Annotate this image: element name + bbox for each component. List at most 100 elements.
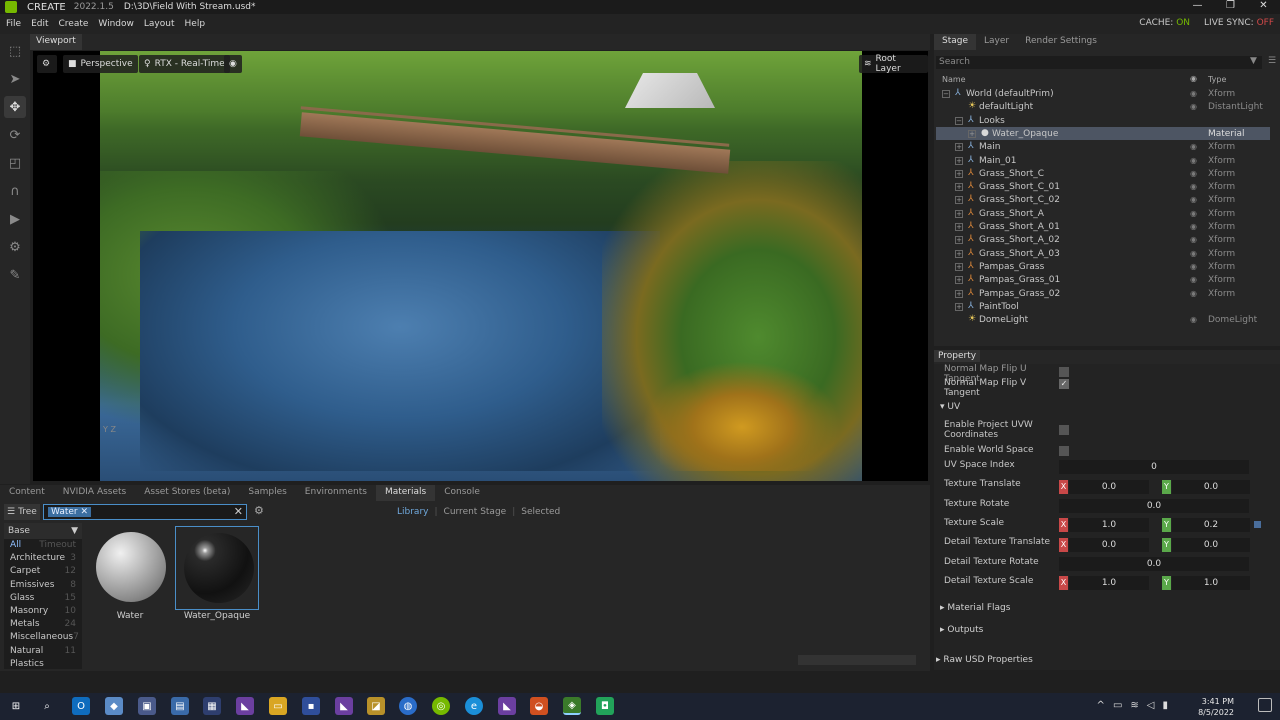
visibility-eye-icon[interactable]: ◉ xyxy=(1190,195,1197,204)
stage-tree-row[interactable]: + ⅄ Grass_Short_A_02 ◉ Xform xyxy=(936,233,1270,246)
visual-studio-icon-2[interactable]: ◣ xyxy=(335,697,353,715)
thumbnail-size-slider[interactable] xyxy=(798,655,916,665)
clear-search-icon[interactable]: ✕ xyxy=(234,505,243,518)
category-item[interactable]: Carpet 12 xyxy=(4,565,82,578)
omniverse-create-icon[interactable]: ◈ xyxy=(563,697,581,715)
enable-world-space-checkbox[interactable] xyxy=(1059,446,1069,456)
battery-icon[interactable]: ▮ xyxy=(1162,700,1168,711)
stage-tree-row[interactable]: + ⅄ Grass_Short_A_03 ◉ Xform xyxy=(936,247,1270,260)
expand-icon[interactable]: + xyxy=(955,236,963,245)
stage-tree-row[interactable]: − ⅄ World (defaultPrim) ◉ Xform xyxy=(936,87,1270,100)
category-header[interactable]: Base ▼ xyxy=(4,523,82,539)
menu-help[interactable]: Help xyxy=(185,19,206,29)
visibility-eye-icon[interactable]: ◉ xyxy=(1190,315,1197,324)
stage-tree-row[interactable]: + ⅄ Grass_Short_C ◉ Xform xyxy=(936,167,1270,180)
app-icon-3[interactable]: ▣ xyxy=(138,697,156,715)
globe-icon[interactable]: ◍ xyxy=(399,697,417,715)
normal-map-flip-v-checkbox[interactable]: ✓ xyxy=(1059,379,1069,389)
app-icon-15[interactable]: ◒ xyxy=(530,697,548,715)
rotate-tool-icon[interactable]: ⟳ xyxy=(4,124,26,146)
texture-translate-x-field[interactable]: 0.0 xyxy=(1069,480,1149,494)
material-thumb-water[interactable] xyxy=(88,526,172,610)
material-flags-section[interactable]: ▸ Material Flags xyxy=(940,603,1010,613)
expand-icon[interactable]: + xyxy=(955,209,963,218)
visibility-eye-icon[interactable]: ◉ xyxy=(1190,289,1197,298)
category-item[interactable]: Miscellaneous 7 xyxy=(4,631,82,644)
layer-dropdown[interactable]: ≋ Root Layer xyxy=(859,54,928,74)
filter-selected[interactable]: Selected xyxy=(521,507,560,517)
tab-viewport[interactable]: Viewport xyxy=(30,34,82,50)
snap-tool-icon[interactable]: ∩ xyxy=(4,180,26,202)
search-icon[interactable]: ⌕ xyxy=(38,697,56,715)
category-item[interactable]: All Timeout xyxy=(4,539,82,552)
visibility-eye-icon[interactable]: ◉ xyxy=(1190,222,1197,231)
raw-usd-properties-section[interactable]: ▸ Raw USD Properties xyxy=(936,655,1033,665)
renderer-dropdown[interactable]: ♀ RTX - Real-Time xyxy=(139,55,230,73)
app-icon-2[interactable]: ◆ xyxy=(105,697,123,715)
menu-edit[interactable]: Edit xyxy=(31,19,48,29)
detail-scale-y-field[interactable]: 1.0 xyxy=(1172,576,1250,590)
live-sync-status[interactable]: LIVE SYNC: OFF xyxy=(1204,18,1274,28)
expand-icon[interactable]: + xyxy=(955,156,963,165)
search-chip[interactable]: Water ✕ xyxy=(48,507,92,517)
expand-icon[interactable]: + xyxy=(955,196,963,205)
taskbar-clock[interactable]: 3:41 PM 8/5/2022 xyxy=(1198,696,1234,718)
app-icon-8[interactable]: ▪ xyxy=(302,697,320,715)
file-explorer-icon[interactable]: ▭ xyxy=(269,697,287,715)
tab-asset-stores[interactable]: Asset Stores (beta) xyxy=(135,485,239,501)
move-tool-icon[interactable]: ✥ xyxy=(4,96,26,118)
stage-tree-row[interactable]: + ⅄ Main ◉ Xform xyxy=(936,140,1270,153)
edge-icon[interactable]: e xyxy=(465,697,483,715)
expand-icon[interactable]: + xyxy=(955,143,963,152)
tab-environments[interactable]: Environments xyxy=(296,485,376,501)
play-icon[interactable]: ▶ xyxy=(4,208,26,230)
volume-icon[interactable]: ◁ xyxy=(1147,700,1155,711)
filter-icon[interactable]: ▼ xyxy=(1250,56,1257,66)
pointer-tool-icon[interactable]: ➤ xyxy=(4,68,26,90)
stage-tree-row[interactable]: + ⅄ Pampas_Grass_02 ◉ Xform xyxy=(936,287,1270,300)
select-tool-icon[interactable]: ⬚ xyxy=(4,40,26,62)
expand-icon[interactable]: + xyxy=(955,183,963,192)
wifi-icon[interactable]: ≋ xyxy=(1130,700,1138,711)
expand-icon[interactable]: + xyxy=(955,169,963,178)
visibility-eye-icon[interactable]: ◉ xyxy=(1190,249,1197,258)
visual-studio-icon-3[interactable]: ◣ xyxy=(498,697,516,715)
stage-options-icon[interactable]: ☰ xyxy=(1268,56,1276,66)
stage-tree-row[interactable]: + ⅄ PaintTool xyxy=(936,300,1270,313)
app-icon-5[interactable]: ▦ xyxy=(203,697,221,715)
stage-tree-row[interactable]: + ● Water_Opaque Material xyxy=(936,126,1270,141)
menu-create[interactable]: Create xyxy=(59,19,89,29)
scale-tool-icon[interactable]: ◰ xyxy=(4,152,26,174)
minimize-button[interactable]: — xyxy=(1181,0,1214,11)
stage-tree-row[interactable]: ☀ DomeLight ◉ DomeLight xyxy=(936,313,1270,326)
material-thumb-water-opaque[interactable] xyxy=(175,526,259,610)
display-icon[interactable]: ▭ xyxy=(1113,700,1122,711)
expand-icon[interactable]: + xyxy=(955,302,963,311)
collapse-icon[interactable]: − xyxy=(942,90,950,98)
expand-icon[interactable]: + xyxy=(955,276,963,285)
detail-translate-y-field[interactable]: 0.0 xyxy=(1172,538,1250,552)
maximize-button[interactable]: ❐ xyxy=(1214,0,1247,11)
start-menu-icon[interactable]: ⊞ xyxy=(7,697,25,715)
visibility-eye-icon[interactable]: ◉ xyxy=(1190,89,1197,98)
outputs-section[interactable]: ▸ Outputs xyxy=(940,625,983,635)
uv-space-index-field[interactable]: 0 xyxy=(1059,460,1249,474)
uv-section-header[interactable]: ▾ UV xyxy=(940,402,960,412)
app-icon-10[interactable]: ◪ xyxy=(367,697,385,715)
menu-window[interactable]: Window xyxy=(98,19,134,29)
menu-file[interactable]: File xyxy=(6,19,21,29)
visibility-eye-icon[interactable]: ◉ xyxy=(1190,182,1197,191)
expand-icon[interactable]: + xyxy=(955,289,963,298)
cache-status[interactable]: CACHE: ON xyxy=(1139,18,1190,28)
material-search-input[interactable]: Water ✕ ✕ xyxy=(43,504,247,520)
stage-tree-row[interactable]: + ⅄ Grass_Short_C_02 ◉ Xform xyxy=(936,193,1270,206)
tab-property[interactable]: Property xyxy=(934,350,981,362)
filter-library[interactable]: Library xyxy=(397,507,428,517)
stage-tree-row[interactable]: ☀ defaultLight ◉ DistantLight xyxy=(936,100,1270,113)
visibility-eye-icon[interactable]: ◉ xyxy=(1190,142,1197,151)
stage-tree-row[interactable]: + ⅄ Pampas_Grass ◉ Xform xyxy=(936,260,1270,273)
tab-materials[interactable]: Materials xyxy=(375,485,436,501)
stage-tree-row[interactable]: + ⅄ Grass_Short_A ◉ Xform xyxy=(936,207,1270,220)
expand-icon[interactable]: + xyxy=(968,129,976,138)
tab-console[interactable]: Console xyxy=(435,485,489,501)
